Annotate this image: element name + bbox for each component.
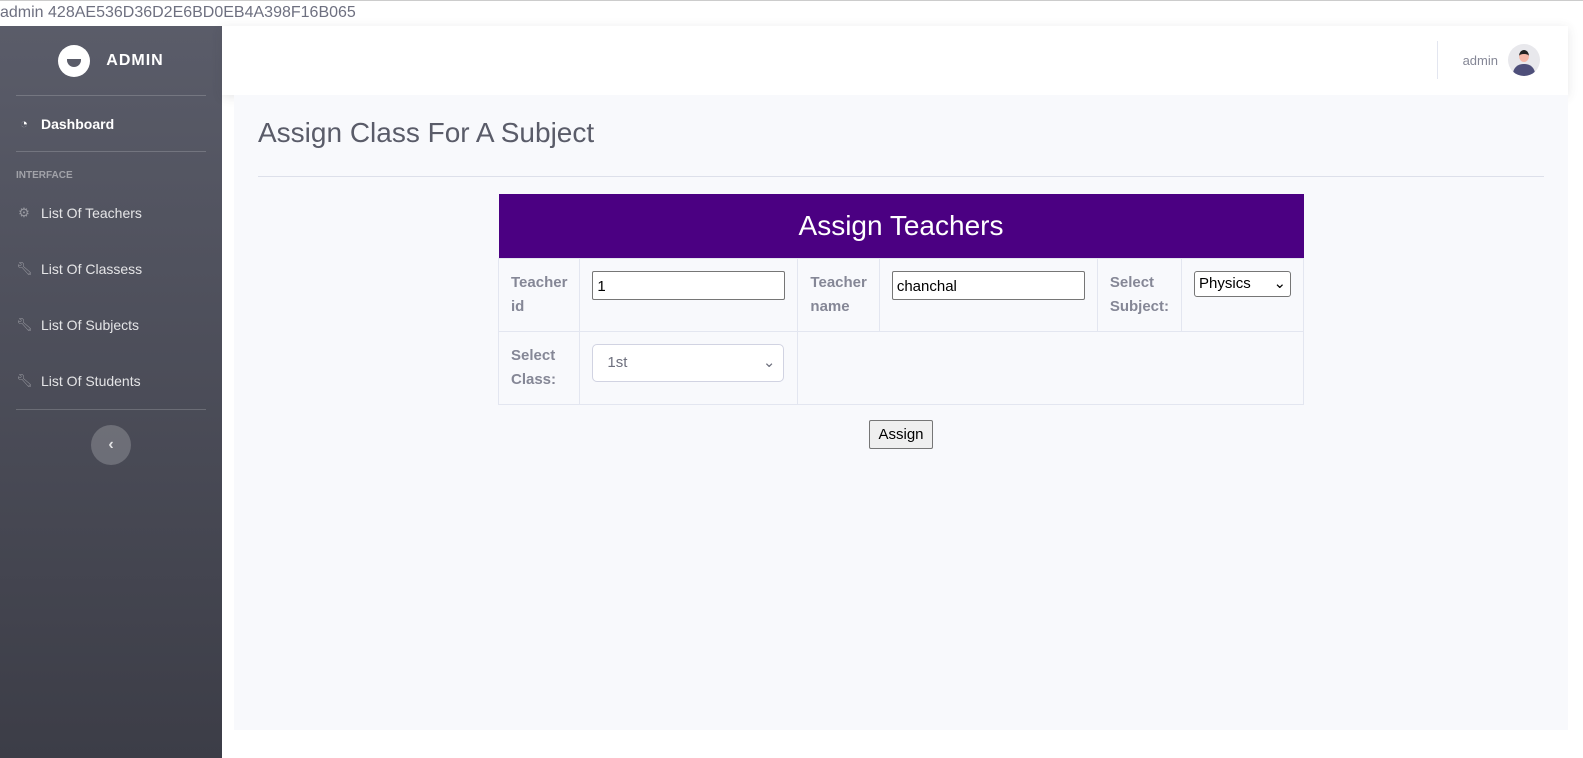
class-value: 1st <box>607 353 628 371</box>
sidebar-item-label: List Of Subjects <box>41 317 140 333</box>
sidebar-heading: INTERFACE <box>16 170 73 181</box>
chevron-down-icon: ⌄ <box>1273 274 1287 292</box>
wrench-icon: 🔧︎ <box>16 261 33 276</box>
subject-select[interactable]: Physics ⌄ <box>1194 270 1292 297</box>
sidebar-item-subjects[interactable]: 🔧︎ List Of Subjects <box>0 297 222 353</box>
wrench-icon: 🔧︎ <box>16 317 33 332</box>
avatar <box>1508 44 1540 76</box>
brand[interactable]: ADMIN <box>0 26 222 95</box>
tachometer-icon: ◔ <box>20 116 28 131</box>
sidebar-item-dashboard[interactable]: ◔ Dashboard <box>0 96 222 151</box>
sidebar: ADMIN ◔ Dashboard INTERFACE ⚙ List Of Te… <box>0 26 222 758</box>
topbar: admin <box>222 26 1568 95</box>
sidebar-toggle-button[interactable]: ‹ <box>91 425 131 465</box>
sidebar-item-label: Dashboard <box>41 115 115 132</box>
username: admin <box>1462 52 1498 68</box>
topbar-divider <box>1437 41 1438 79</box>
divider <box>16 409 206 410</box>
wrench-icon: 🔧︎ <box>16 373 33 388</box>
class-select[interactable]: 1st ⌄ <box>592 343 785 382</box>
laugh-wink-icon <box>58 44 91 77</box>
sidebar-item-classes[interactable]: 🔧︎ List Of Classess <box>0 241 222 297</box>
teacher-id-label: Teacher id <box>497 257 581 332</box>
session-info: admin 428AE536D36D2E6BD0EB4A398F16B065 <box>0 0 1583 26</box>
teacher-name-input[interactable]: chanchal <box>891 270 1085 300</box>
assign-teacher-form: Assign Teachers Teacher id 1 Teacher nam… <box>497 194 1305 405</box>
main-content: Assign Class For A Subject Assign Teache… <box>234 95 1568 730</box>
divider <box>258 176 1544 177</box>
sidebar-item-label: List Of Classess <box>41 261 143 277</box>
teacher-id-input[interactable]: 1 <box>592 270 786 300</box>
sidebar-item-teachers[interactable]: ⚙ List Of Teachers <box>0 185 222 241</box>
gear-icon: ⚙ <box>18 205 30 220</box>
chevron-down-icon: ⌄ <box>762 353 776 371</box>
sidebar-item-label: List Of Teachers <box>41 205 142 221</box>
empty-cell <box>797 330 1305 405</box>
form-header: Assign Teachers <box>498 194 1304 258</box>
teacher-name-label: Teacher name <box>797 257 880 332</box>
user-menu[interactable]: admin <box>1463 44 1540 76</box>
sidebar-item-students[interactable]: 🔧︎ List Of Students <box>0 353 222 409</box>
sidebar-item-label: List Of Students <box>41 373 141 389</box>
assign-button[interactable]: Assign <box>869 420 933 449</box>
subject-value: Physics <box>1199 274 1251 292</box>
page-title: Assign Class For A Subject <box>258 117 595 148</box>
brand-label: ADMIN <box>106 51 164 69</box>
class-label: Select Class: <box>497 330 581 405</box>
subject-label: Select Subject: <box>1096 257 1183 332</box>
